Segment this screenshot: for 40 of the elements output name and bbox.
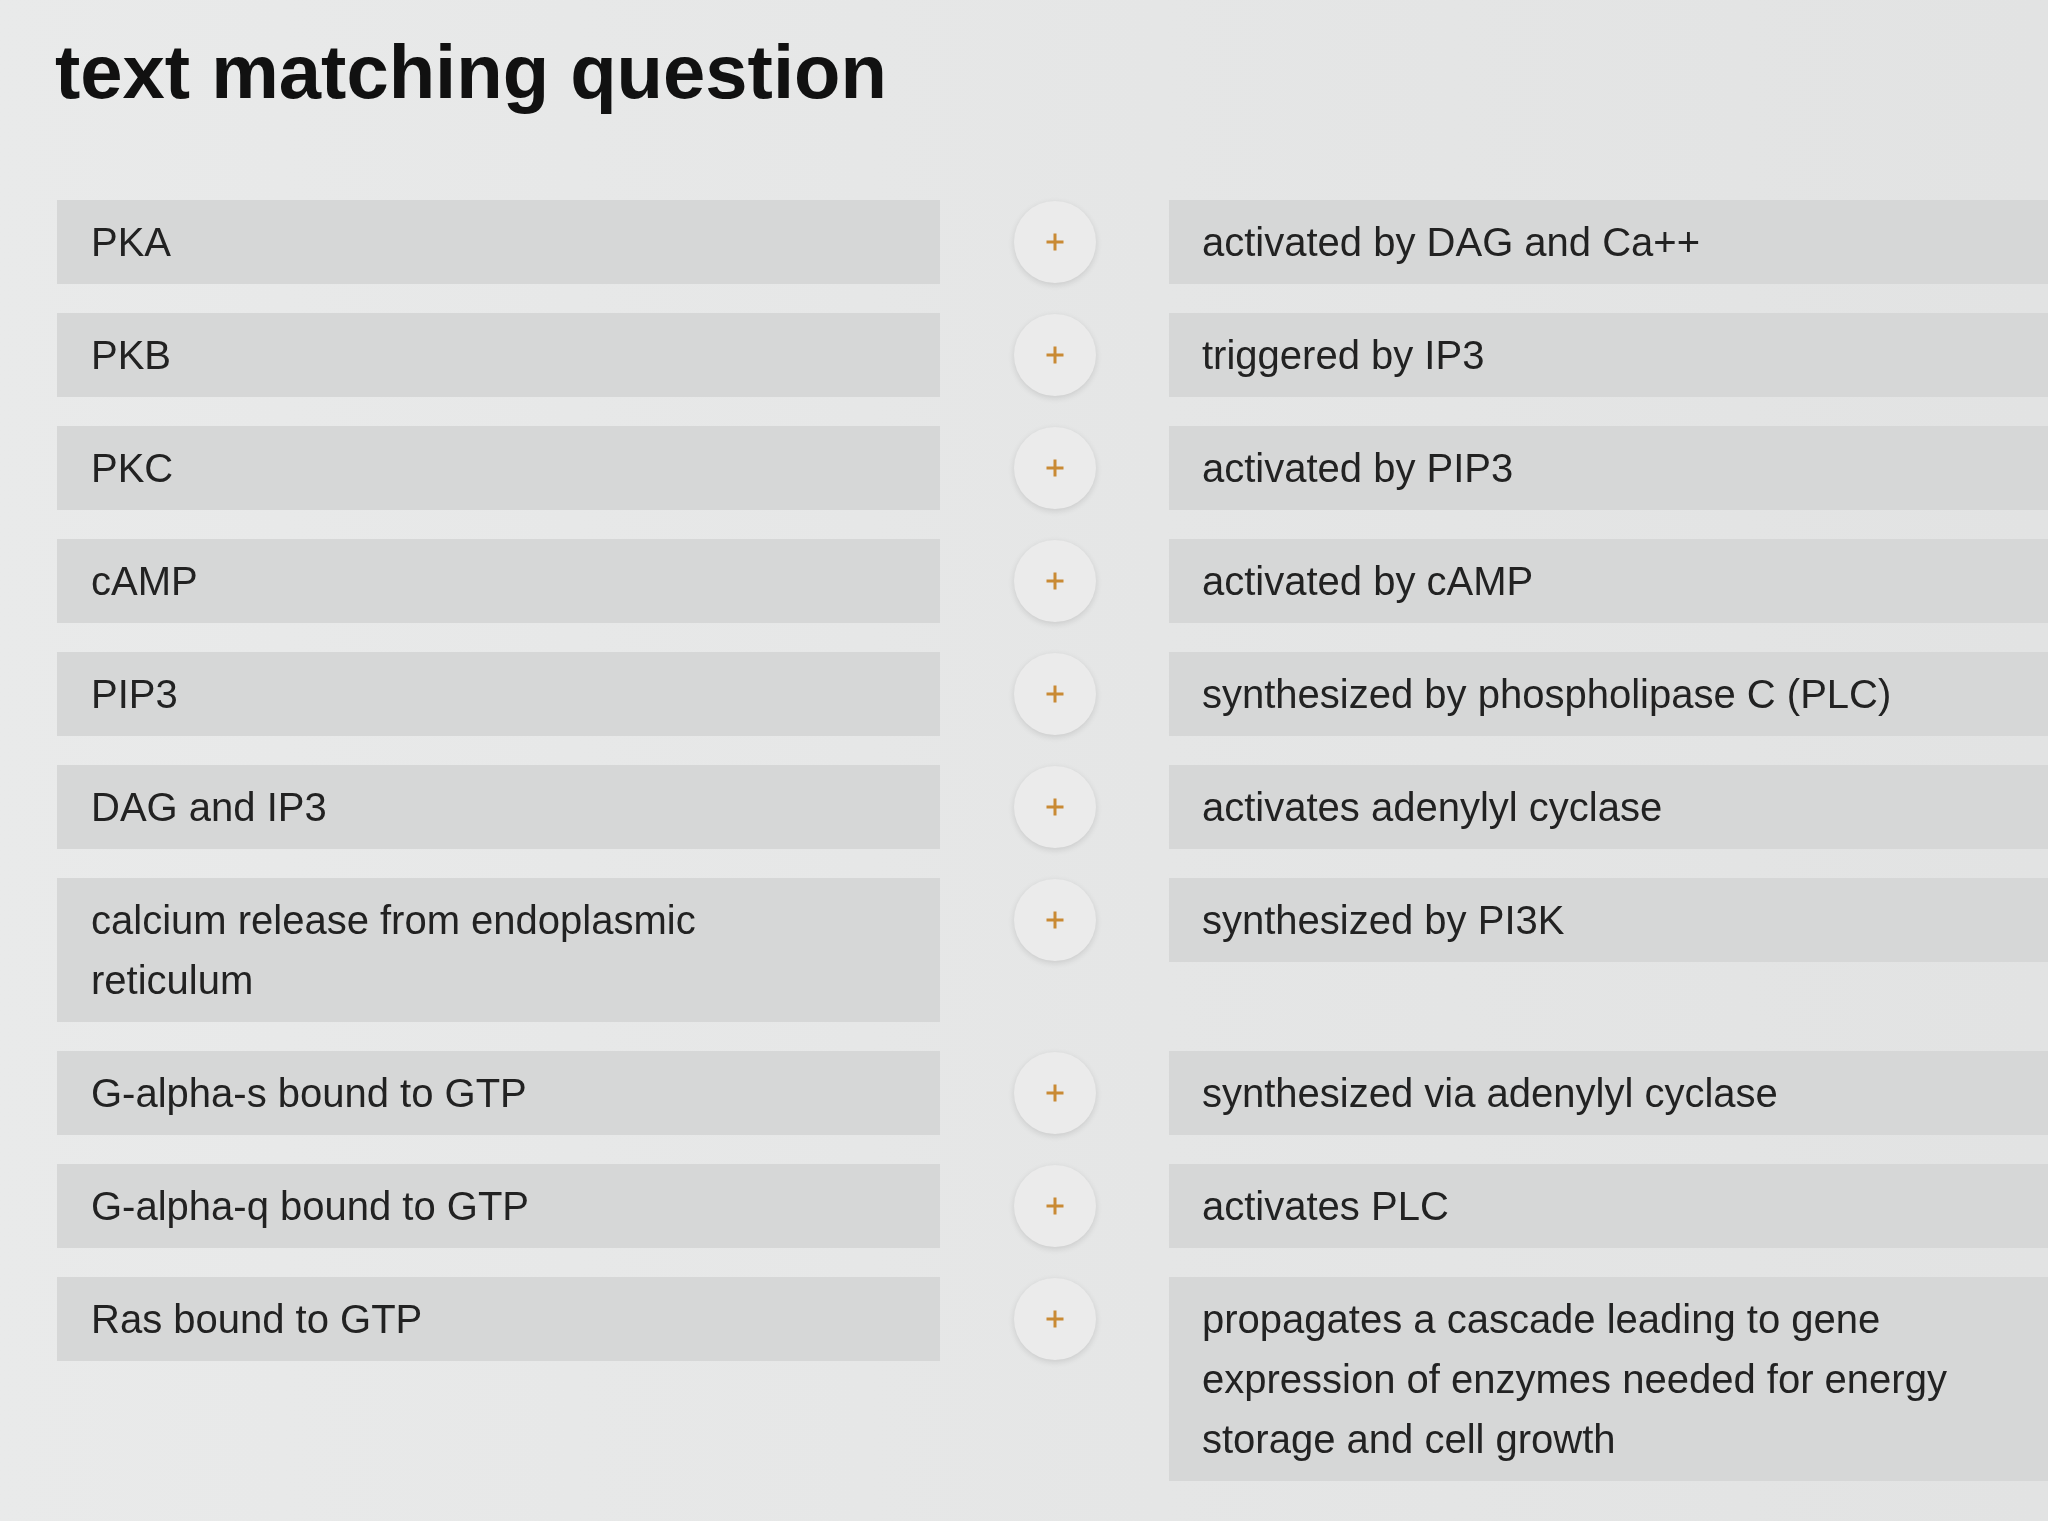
answer-option: activated by PIP3: [1169, 426, 2048, 510]
answer-option: activated by DAG and Ca++: [1169, 200, 2048, 284]
add-match-button[interactable]: [1013, 427, 1096, 509]
plus-icon: [1044, 458, 1065, 478]
answer-option: triggered by IP3: [1169, 313, 2048, 397]
plus-icon: [1044, 1196, 1065, 1216]
prompt-option: calcium release from endoplasmic reticulum: [57, 878, 940, 1022]
answer-option: propagates a cascade leading to gene expression of enzymes needed for energy storage and cell growth: [1169, 1277, 2048, 1481]
prompt-option: PKA: [57, 200, 940, 284]
plus-icon: [1044, 684, 1065, 704]
add-match-button[interactable]: [1013, 1278, 1096, 1360]
answer-option: activates adenylyl cyclase: [1169, 765, 2048, 849]
prompt-option: PKC: [57, 426, 940, 510]
add-match-button[interactable]: [1013, 766, 1096, 848]
add-match-button[interactable]: [1013, 1165, 1096, 1247]
prompt-option: G-alpha-s bound to GTP: [57, 1051, 940, 1135]
answer-option: synthesized by phospholipase C (PLC): [1169, 652, 2048, 736]
plus-icon: [1044, 1309, 1065, 1329]
prompt-option: PKB: [57, 313, 940, 397]
plus-icon: [1044, 910, 1065, 930]
plus-icon: [1044, 797, 1065, 817]
answer-option: activated by cAMP: [1169, 539, 2048, 623]
prompt-option: G-alpha-q bound to GTP: [57, 1164, 940, 1248]
answer-option: synthesized via adenylyl cyclase: [1169, 1051, 2048, 1135]
plus-icon: [1044, 1083, 1065, 1103]
prompt-option: cAMP: [57, 539, 940, 623]
add-match-button[interactable]: [1013, 540, 1096, 622]
prompt-option: DAG and IP3: [57, 765, 940, 849]
add-match-button[interactable]: [1013, 314, 1096, 396]
answer-option: activates PLC: [1169, 1164, 2048, 1248]
prompt-option: Ras bound to GTP: [57, 1277, 940, 1361]
add-match-button[interactable]: [1013, 1052, 1096, 1134]
plus-icon: [1044, 571, 1065, 591]
plus-icon: [1044, 345, 1065, 365]
plus-icon: [1044, 232, 1065, 252]
prompt-option: PIP3: [57, 652, 940, 736]
add-match-button[interactable]: [1013, 879, 1096, 961]
answer-option: synthesized by PI3K: [1169, 878, 2048, 962]
add-match-button[interactable]: [1013, 653, 1096, 735]
add-match-button[interactable]: [1013, 201, 1096, 283]
